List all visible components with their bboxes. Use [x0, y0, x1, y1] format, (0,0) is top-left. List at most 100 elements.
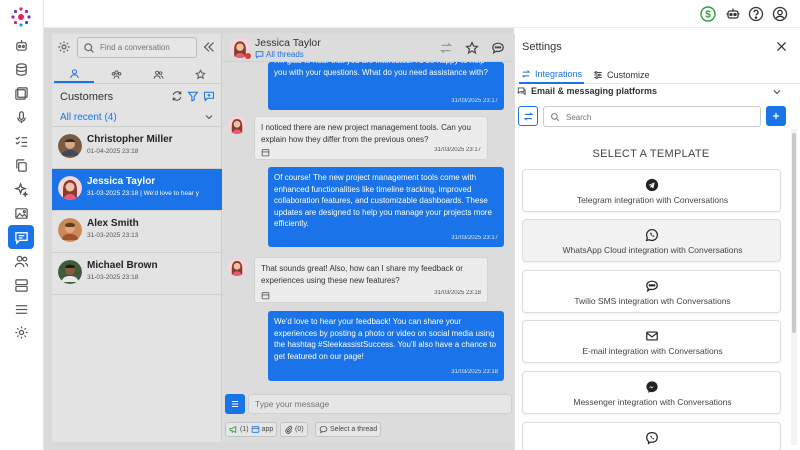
tab-label: Customize: [607, 70, 650, 80]
contact-name: Alex Smith: [87, 218, 139, 229]
message-text: Of course! The new project management to…: [274, 173, 492, 229]
template-label: Messenger integration with Conversations: [573, 397, 732, 407]
contact-meta: 01-04-2025 23:18: [87, 148, 139, 155]
sync-icon: [523, 111, 533, 121]
channel-count: (1): [240, 426, 249, 433]
refresh-icon[interactable]: [171, 90, 183, 102]
telegram-icon: [645, 178, 659, 192]
database-icon[interactable]: [10, 58, 32, 80]
chevron-down-icon: [773, 90, 781, 95]
settings-icon[interactable]: [10, 321, 32, 343]
conversation-item[interactable]: Alex Smith 31-03-2025 23:13: [52, 211, 222, 253]
users-icon[interactable]: [10, 250, 32, 272]
robot-icon[interactable]: [724, 5, 741, 22]
tab-team[interactable]: [96, 66, 136, 83]
conversation-item[interactable]: Jessica Taylor 31-03-2025 23:18 | We'd l…: [52, 169, 222, 211]
filter-icon[interactable]: [187, 90, 199, 102]
template-card-email[interactable]: E-mail integration with Conversations: [522, 320, 781, 363]
bot-icon[interactable]: [10, 34, 32, 56]
message-time: 31/03/2025 23:18: [451, 369, 498, 376]
template-search-input[interactable]: [566, 110, 756, 124]
mail-icon: [646, 331, 658, 341]
chat-icon[interactable]: [8, 225, 34, 249]
copy-icon[interactable]: [10, 154, 32, 176]
add-template-button[interactable]: [766, 106, 786, 126]
collapse-panel-icon[interactable]: [202, 40, 216, 54]
sync-button[interactable]: [518, 106, 538, 126]
dollar-icon[interactable]: $: [699, 5, 716, 22]
template-card-messenger[interactable]: Messenger integration with Conversations: [522, 371, 781, 414]
conversations-panel: Customers All recent (4) Christopher Mil…: [52, 34, 222, 442]
new-message-icon[interactable]: [203, 90, 215, 102]
recent-filter[interactable]: All recent (4): [52, 109, 222, 127]
message-input[interactable]: [248, 394, 512, 414]
message-outgoing: Of course! The new project management to…: [268, 167, 504, 247]
image-icon[interactable]: [10, 202, 32, 224]
select-template-title: SELECT A TEMPLATE: [592, 148, 710, 160]
message-time: 31/03/2025 23:18: [434, 290, 481, 297]
avatar: [228, 116, 246, 134]
checklist-icon[interactable]: [10, 130, 32, 152]
message-composer: [222, 392, 514, 416]
app-logo[interactable]: [10, 6, 32, 28]
contact-meta: 31-03-2025 23:18: [87, 274, 139, 281]
attachments-chip[interactable]: (0): [280, 422, 308, 437]
template-card-whatsapp[interactable]: WhatsApp Cloud integration with Conversa…: [522, 219, 781, 262]
calendar-icon[interactable]: [261, 148, 270, 157]
message-outgoing: I'm glad to hear that you are interested…: [268, 62, 504, 110]
messaging-icon: [517, 87, 526, 96]
settings-tabs: Integrations Customize: [515, 64, 800, 84]
sparkle-icon[interactable]: [10, 178, 32, 200]
template-card-telegram[interactable]: Telegram integration with Conversations: [522, 169, 781, 212]
contact-meta: 31-03-2025 23:18 | We'd love to hear y: [87, 190, 199, 197]
tab-label: Integrations: [535, 69, 583, 79]
channel-chip[interactable]: (1) app: [225, 422, 278, 437]
customers-header: Customers: [60, 91, 114, 103]
conversation-item[interactable]: Michael Brown 31-03-2025 23:18: [52, 253, 222, 295]
template-card-viber[interactable]: [522, 422, 781, 450]
gear-icon[interactable]: [57, 40, 71, 54]
scrollbar-thumb[interactable]: [792, 133, 796, 333]
thread-select-chip[interactable]: Select a thread: [315, 422, 382, 437]
tab-single-user[interactable]: [54, 66, 94, 83]
microphone-icon[interactable]: [10, 106, 32, 128]
transfer-icon[interactable]: [439, 41, 453, 55]
comment-icon[interactable]: [491, 41, 505, 55]
all-threads-link[interactable]: All threads: [266, 50, 304, 59]
template-card-twilio[interactable]: Twilio SMS integration wth Conversations: [522, 270, 781, 313]
message-incoming: That sounds great! Also, how can I share…: [254, 257, 488, 303]
integrations-icon: [521, 70, 531, 78]
user-icon[interactable]: [771, 5, 788, 22]
conversation-search[interactable]: [77, 37, 197, 58]
tab-integrations[interactable]: Integrations: [519, 66, 585, 84]
server-icon[interactable]: [10, 274, 32, 296]
paperclip-icon: [285, 425, 293, 434]
message-time: 31/03/2025 23:17: [451, 98, 498, 105]
gallery-icon[interactable]: [10, 82, 32, 104]
composer-menu-button[interactable]: [225, 394, 245, 414]
tab-customize[interactable]: Customize: [591, 66, 652, 84]
contact-name: Christopher Miller: [87, 134, 173, 145]
settings-scrollbar[interactable]: [791, 129, 797, 445]
avatar: [58, 134, 82, 158]
tab-starred[interactable]: [180, 66, 220, 83]
avatar: [58, 176, 82, 200]
search-icon: [84, 43, 94, 53]
conversation-tabs: [52, 64, 222, 84]
star-icon[interactable]: [465, 41, 479, 55]
tab-group[interactable]: [138, 66, 178, 83]
svg-text:$: $: [705, 9, 711, 20]
menu-icon[interactable]: [10, 298, 32, 320]
status-dot: [245, 53, 251, 59]
thread-icon: [319, 426, 328, 434]
help-icon[interactable]: [747, 5, 764, 22]
close-icon[interactable]: [775, 40, 788, 53]
calendar-icon[interactable]: [261, 291, 270, 300]
conversation-item[interactable]: Christopher Miller 01-04-2025 23:18: [52, 127, 222, 169]
sms-icon: [646, 280, 658, 293]
template-search[interactable]: [543, 106, 761, 127]
settings-title: Settings: [522, 41, 562, 53]
message-text: That sounds great! Also, how can I share…: [261, 264, 463, 285]
platforms-accordion[interactable]: Email & messaging platforms: [515, 84, 795, 100]
conversation-search-input[interactable]: [100, 40, 192, 55]
